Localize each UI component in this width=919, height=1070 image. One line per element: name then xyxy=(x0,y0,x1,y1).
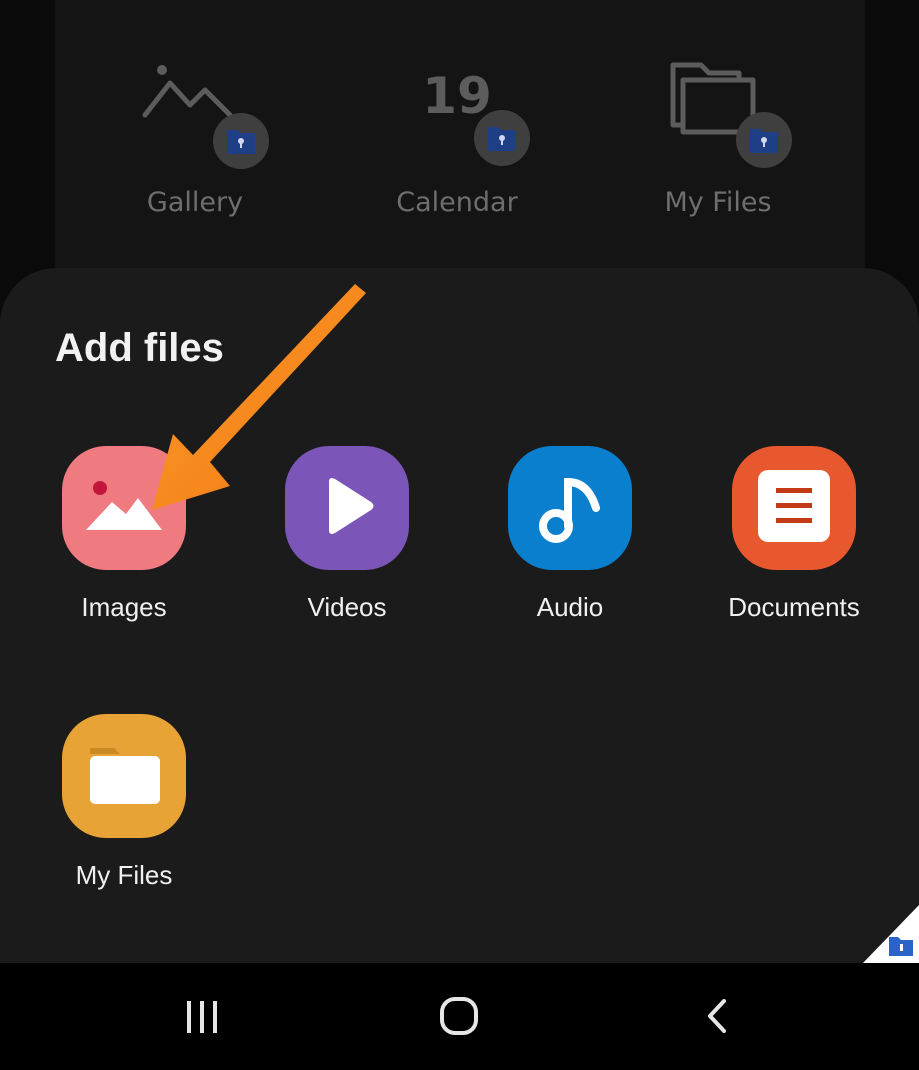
audio-label: Audio xyxy=(536,592,604,622)
home-icon[interactable] xyxy=(429,991,489,1041)
secure-folder-corner-icon xyxy=(863,905,919,963)
images-option[interactable]: Images xyxy=(24,446,224,646)
screen: Gallery 19 Calendar My Files Add files I… xyxy=(0,0,919,1070)
videos-label: Videos xyxy=(307,592,387,622)
add-files-sheet: Add files Images Videos Audio Documents … xyxy=(0,268,919,968)
navigation-bar xyxy=(0,963,919,1070)
calendar-shortcut[interactable]: 19 Calendar xyxy=(357,55,557,235)
myfiles-option-label: My Files xyxy=(75,860,173,890)
folder-icon xyxy=(62,714,186,838)
secure-folder-badge xyxy=(213,113,269,169)
documents-option[interactable]: Documents xyxy=(694,446,894,646)
music-note-icon xyxy=(508,446,632,570)
calendar-icon: 19 xyxy=(422,67,492,125)
document-icon xyxy=(732,446,856,570)
images-label: Images xyxy=(81,592,167,622)
secure-folder-badge xyxy=(736,112,792,168)
myfiles-label: My Files xyxy=(664,187,772,218)
secure-folder-badge xyxy=(474,110,530,166)
documents-label: Documents xyxy=(728,592,860,622)
gallery-shortcut[interactable]: Gallery xyxy=(95,55,295,235)
calendar-label: Calendar xyxy=(396,187,518,218)
myfiles-option[interactable]: My Files xyxy=(24,714,224,914)
audio-option[interactable]: Audio xyxy=(470,446,670,646)
gallery-label: Gallery xyxy=(146,187,244,218)
back-icon[interactable] xyxy=(686,991,746,1041)
play-icon xyxy=(285,446,409,570)
sheet-title: Add files xyxy=(55,326,224,370)
myfiles-shortcut[interactable]: My Files xyxy=(618,55,818,235)
image-icon xyxy=(62,446,186,570)
recents-icon[interactable] xyxy=(172,991,232,1041)
videos-option[interactable]: Videos xyxy=(247,446,447,646)
